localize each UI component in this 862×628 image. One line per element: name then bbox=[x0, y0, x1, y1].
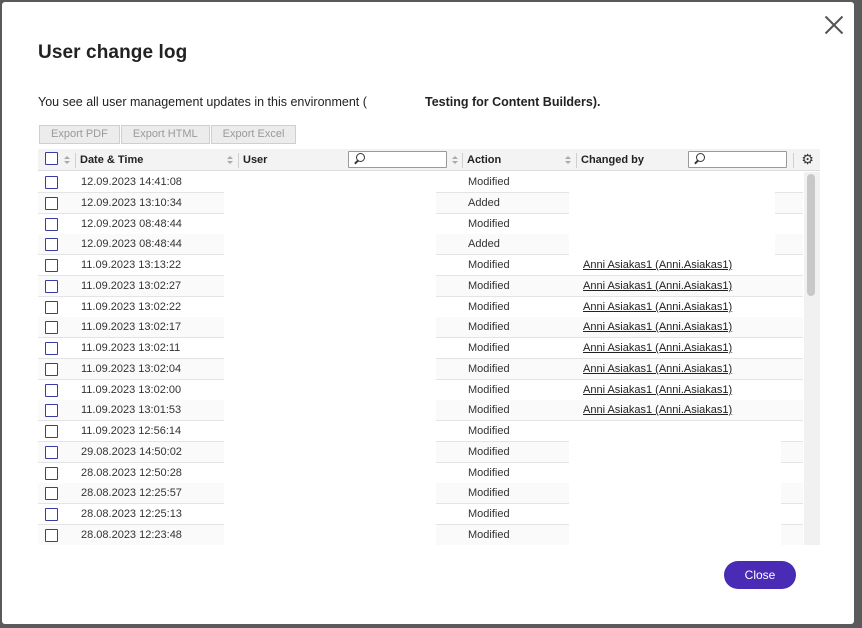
row-checkbox[interactable] bbox=[45, 384, 58, 397]
action-cell: Modified bbox=[468, 301, 510, 313]
action-cell: Added bbox=[468, 197, 500, 209]
row-checkbox[interactable] bbox=[45, 321, 58, 334]
action-cell: Modified bbox=[468, 487, 510, 499]
action-cell: Modified bbox=[468, 384, 510, 396]
sort-icon[interactable] bbox=[452, 156, 458, 165]
changed-by-cell[interactable]: Anni Asiakas1 (Anni.Asiakas1) bbox=[583, 297, 793, 317]
action-cell: Modified bbox=[468, 467, 510, 479]
date-cell: 11.09.2023 13:02:11 bbox=[81, 342, 181, 354]
column-header-date[interactable]: Date & Time bbox=[80, 149, 143, 171]
column-header-action[interactable]: Action bbox=[467, 149, 501, 171]
date-cell: 28.08.2023 12:23:48 bbox=[81, 529, 182, 541]
date-cell: 12.09.2023 14:41:08 bbox=[81, 176, 182, 188]
date-cell: 11.09.2023 13:01:53 bbox=[81, 404, 182, 416]
row-checkbox[interactable] bbox=[45, 197, 58, 210]
vertical-scrollbar[interactable] bbox=[804, 172, 820, 545]
redacted-area bbox=[569, 425, 781, 545]
environment-name: Testing for Content Builders). bbox=[425, 95, 601, 109]
row-checkbox[interactable] bbox=[45, 238, 58, 251]
action-cell: Modified bbox=[468, 259, 510, 271]
column-divider bbox=[75, 153, 76, 168]
column-divider bbox=[793, 153, 794, 168]
date-cell: 28.08.2023 12:25:13 bbox=[81, 508, 182, 520]
date-cell: 11.09.2023 13:02:22 bbox=[81, 301, 182, 313]
row-checkbox[interactable] bbox=[45, 404, 58, 417]
sort-icon[interactable] bbox=[565, 156, 571, 165]
date-cell: 11.09.2023 13:02:04 bbox=[81, 363, 182, 375]
date-cell: 11.09.2023 12:56:14 bbox=[81, 425, 182, 437]
export-excel-button[interactable]: Export Excel bbox=[210, 125, 297, 144]
row-checkbox[interactable] bbox=[45, 301, 58, 314]
column-header-changed-by[interactable]: Changed by bbox=[581, 149, 644, 171]
dialog-description: You see all user management updates in t… bbox=[38, 95, 367, 109]
column-header-user[interactable]: User bbox=[243, 149, 267, 171]
row-checkbox[interactable] bbox=[45, 218, 58, 231]
action-cell: Modified bbox=[468, 529, 510, 541]
redacted-area bbox=[224, 172, 436, 545]
sort-icon[interactable] bbox=[227, 156, 233, 165]
date-cell: 29.08.2023 14:50:02 bbox=[81, 446, 182, 458]
changed-by-cell[interactable]: Anni Asiakas1 (Anni.Asiakas1) bbox=[583, 276, 793, 296]
user-filter-input[interactable] bbox=[348, 151, 447, 168]
date-cell: 28.08.2023 12:50:28 bbox=[81, 467, 182, 479]
sort-icon[interactable] bbox=[64, 156, 70, 165]
row-checkbox[interactable] bbox=[45, 529, 58, 542]
row-checkbox[interactable] bbox=[45, 467, 58, 480]
action-cell: Modified bbox=[468, 342, 510, 354]
date-cell: 11.09.2023 13:13:22 bbox=[81, 259, 182, 271]
action-cell: Modified bbox=[468, 321, 510, 333]
row-checkbox[interactable] bbox=[45, 176, 58, 189]
changed-by-cell[interactable]: Anni Asiakas1 (Anni.Asiakas1) bbox=[583, 380, 793, 400]
date-cell: 11.09.2023 13:02:17 bbox=[81, 321, 182, 333]
column-divider bbox=[576, 153, 577, 168]
dialog-title: User change log bbox=[38, 42, 188, 63]
action-cell: Modified bbox=[468, 404, 510, 416]
action-cell: Modified bbox=[468, 280, 510, 292]
row-checkbox[interactable] bbox=[45, 259, 58, 272]
export-pdf-button[interactable]: Export PDF bbox=[39, 125, 120, 144]
select-all-checkbox[interactable] bbox=[45, 152, 58, 165]
action-cell: Modified bbox=[468, 446, 510, 458]
redacted-area bbox=[569, 172, 775, 255]
gear-icon[interactable]: ⚙ bbox=[801, 152, 814, 166]
scrollbar-thumb[interactable] bbox=[807, 174, 815, 296]
export-html-button[interactable]: Export HTML bbox=[120, 125, 210, 144]
row-checkbox[interactable] bbox=[45, 280, 58, 293]
row-checkbox[interactable] bbox=[45, 425, 58, 438]
changed-by-cell[interactable]: Anni Asiakas1 (Anni.Asiakas1) bbox=[583, 338, 793, 358]
close-button[interactable]: Close bbox=[724, 561, 796, 589]
changed-by-cell[interactable]: Anni Asiakas1 (Anni.Asiakas1) bbox=[583, 359, 793, 379]
changed-by-filter-input[interactable] bbox=[688, 151, 787, 168]
action-cell: Modified bbox=[468, 425, 510, 437]
column-divider bbox=[238, 153, 239, 168]
action-cell: Modified bbox=[468, 218, 510, 230]
row-checkbox[interactable] bbox=[45, 363, 58, 376]
date-cell: 11.09.2023 13:02:27 bbox=[81, 280, 182, 292]
action-cell: Modified bbox=[468, 363, 510, 375]
row-checkbox[interactable] bbox=[45, 342, 58, 355]
search-icon bbox=[694, 153, 705, 164]
changed-by-cell[interactable]: Anni Asiakas1 (Anni.Asiakas1) bbox=[583, 317, 793, 337]
date-cell: 11.09.2023 13:02:00 bbox=[81, 384, 182, 396]
close-icon[interactable] bbox=[823, 14, 845, 36]
action-cell: Modified bbox=[468, 176, 510, 188]
change-log-grid: Date & Time User Action Changed by ⚙ 12.… bbox=[38, 149, 820, 545]
changed-by-cell[interactable]: Anni Asiakas1 (Anni.Asiakas1) bbox=[583, 255, 793, 275]
date-cell: 28.08.2023 12:25:57 bbox=[81, 487, 182, 499]
export-toolbar: Export PDF Export HTML Export Excel bbox=[39, 125, 297, 144]
user-change-log-dialog: User change log You see all user managem… bbox=[2, 2, 854, 624]
date-cell: 12.09.2023 08:48:44 bbox=[81, 238, 182, 250]
date-cell: 12.09.2023 08:48:44 bbox=[81, 218, 182, 230]
grid-header: Date & Time User Action Changed by ⚙ bbox=[38, 149, 820, 171]
row-checkbox[interactable] bbox=[45, 508, 58, 521]
action-cell: Added bbox=[468, 238, 500, 250]
changed-by-cell[interactable]: Anni Asiakas1 (Anni.Asiakas1) bbox=[583, 400, 793, 420]
action-cell: Modified bbox=[468, 508, 510, 520]
column-divider bbox=[462, 153, 463, 168]
row-checkbox[interactable] bbox=[45, 487, 58, 500]
search-icon bbox=[354, 153, 365, 164]
row-checkbox[interactable] bbox=[45, 446, 58, 459]
date-cell: 12.09.2023 13:10:34 bbox=[81, 197, 182, 209]
